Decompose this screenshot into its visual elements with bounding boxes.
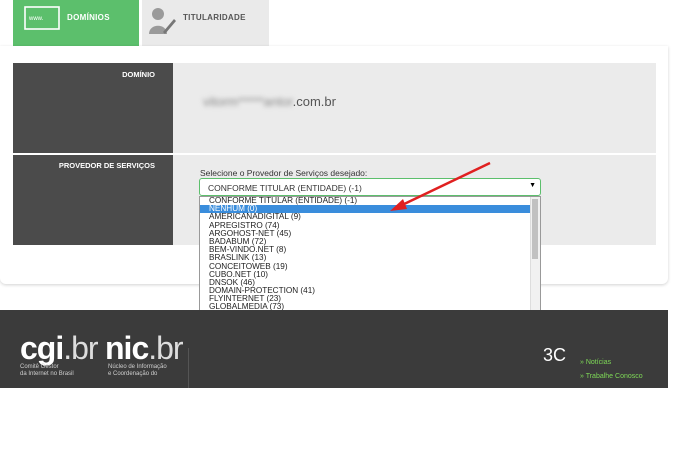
person-pen-icon bbox=[149, 8, 176, 34]
select-prompt: Selecione o Provedor de Serviços desejad… bbox=[200, 168, 368, 178]
chevron-down-icon: ▼ bbox=[529, 182, 536, 189]
provedor-label: PROVEDOR DE SERVIÇOS bbox=[13, 155, 173, 245]
svg-text:www.: www. bbox=[28, 16, 44, 22]
nic-logo[interactable]: nic.br bbox=[105, 330, 184, 367]
provider-select[interactable]: CONFORME TITULAR (ENTIDADE) (-1) ▼ bbox=[199, 178, 541, 196]
tab-titularidade[interactable]: TITULARIDADE bbox=[142, 0, 269, 46]
nic-subtitle: Núcleo de Informação e Coordenação do bbox=[108, 364, 167, 377]
tab-dominios[interactable]: www. DOMÍNIOS bbox=[13, 0, 139, 46]
footer: cgi.br Comitê Gestor da Internet no Brasi… bbox=[0, 310, 668, 388]
partial-logo: 3C bbox=[543, 345, 567, 365]
tab-dominios-label: DOMÍNIOS bbox=[67, 13, 110, 22]
dominio-value-cell: vitorm*****antor.com.br bbox=[173, 63, 656, 153]
footer-divider bbox=[188, 348, 189, 388]
footer-link-trabalhe-conosco[interactable]: » Trabalhe Conosco bbox=[580, 373, 643, 380]
cgi-logo[interactable]: cgi.br bbox=[20, 330, 99, 367]
scroll-thumb[interactable] bbox=[532, 199, 538, 259]
domain-name: vitorm*****antor.com.br bbox=[203, 94, 336, 109]
tab-titularidade-label: TITULARIDADE bbox=[183, 13, 246, 22]
browser-window-icon: www. bbox=[24, 6, 60, 30]
footer-link-noticias[interactable]: » Notícias bbox=[580, 359, 611, 366]
provider-select-value: CONFORME TITULAR (ENTIDADE) (-1) bbox=[208, 183, 362, 193]
dominio-label: DOMÍNIO bbox=[13, 63, 173, 153]
cgi-subtitle: Comitê Gestor da Internet no Brasil bbox=[20, 364, 74, 377]
